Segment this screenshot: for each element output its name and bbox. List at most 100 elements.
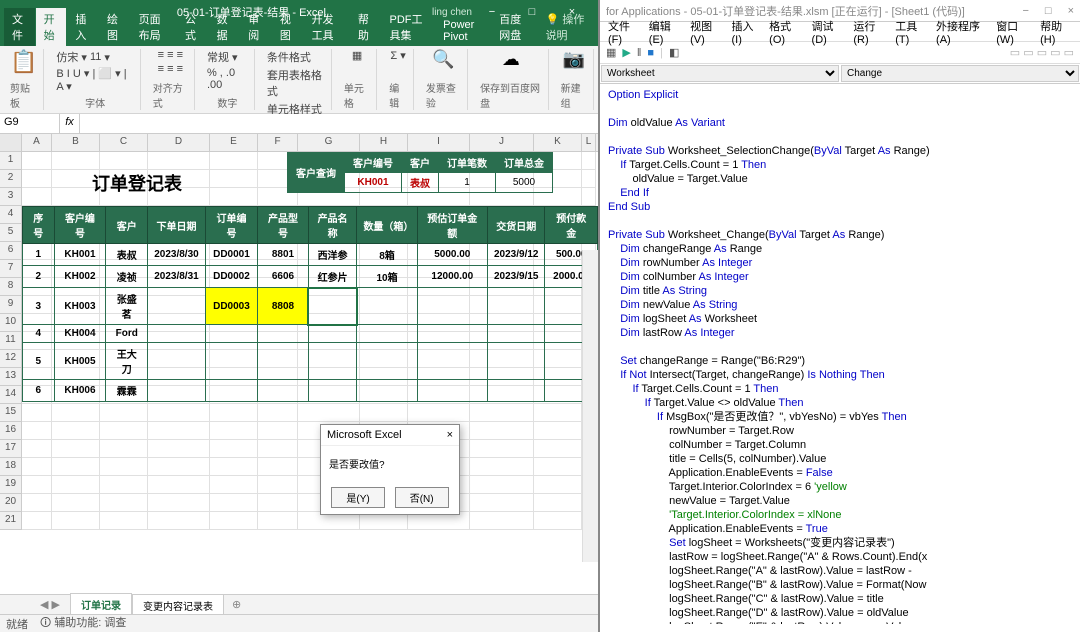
grid-cell[interactable] [210, 422, 258, 440]
row-header[interactable]: 7 [0, 260, 22, 278]
grid-cell[interactable] [52, 404, 100, 422]
table-cell[interactable] [357, 380, 417, 402]
col-header[interactable]: F [258, 134, 298, 151]
table-cell[interactable]: 8箱 [357, 244, 417, 266]
grid-cell[interactable] [22, 404, 52, 422]
code-line[interactable]: Target.Interior.ColorIndex = 6 'yellow [608, 480, 1072, 494]
col-header[interactable]: A [22, 134, 52, 151]
vba-menu-item[interactable]: 插入(I) [731, 18, 759, 46]
row-header[interactable]: 10 [0, 314, 22, 332]
grid-cell[interactable] [582, 170, 596, 188]
code-line[interactable]: logSheet.Range("D" & lastRow).Value = ol… [608, 606, 1072, 620]
code-line[interactable]: oldValue = Target.Value [608, 172, 1072, 186]
grid-cell[interactable] [52, 458, 100, 476]
query-value[interactable]: 1 [439, 173, 496, 193]
vba-run-icon[interactable]: ▶ [622, 46, 630, 59]
code-line[interactable]: logSheet.Range("E" & lastRow).Value = ne… [608, 620, 1072, 624]
grid-cell[interactable] [100, 404, 148, 422]
code-line[interactable] [608, 214, 1072, 228]
number-format[interactable]: 常规 ▾ [207, 49, 248, 65]
table-cell[interactable]: 2023/8/30 [148, 244, 206, 266]
table-cell[interactable]: 2023/9/15 [487, 266, 545, 288]
table-cell[interactable] [308, 343, 357, 380]
paste-icon[interactable]: 📋 [10, 49, 37, 75]
tab-baidu[interactable]: 百度网盘 [491, 8, 536, 46]
vba-menu-item[interactable]: 外接程序(A) [936, 18, 986, 46]
number-buttons[interactable]: % , .0 .00 [207, 67, 248, 91]
code-line[interactable]: Application.EnableEvents = False [608, 466, 1072, 480]
table-cell[interactable] [417, 343, 487, 380]
table-cell[interactable]: 5000.00 [417, 244, 487, 266]
grid-cell[interactable] [148, 152, 210, 170]
grid-cell[interactable] [100, 476, 148, 494]
row-header[interactable]: 21 [0, 512, 22, 530]
grid-cell[interactable] [22, 494, 52, 512]
grid-cell[interactable] [210, 404, 258, 422]
status-accessibility[interactable]: 🛈 辅助功能: 调查 [40, 614, 126, 633]
grid-cell[interactable] [148, 476, 210, 494]
code-line[interactable]: logSheet.Range("B" & lastRow).Value = Fo… [608, 578, 1072, 592]
col-header[interactable]: K [534, 134, 582, 151]
code-line[interactable] [608, 130, 1072, 144]
table-cell[interactable] [258, 343, 308, 380]
grid-cell[interactable] [360, 404, 408, 422]
row-header[interactable]: 15 [0, 404, 22, 422]
code-line[interactable]: Application.EnableEvents = True [608, 522, 1072, 536]
col-header[interactable]: D [148, 134, 210, 151]
grid-cell[interactable] [470, 422, 534, 440]
grid-cell[interactable] [258, 494, 298, 512]
vba-minimize-button[interactable]: − [1022, 5, 1028, 17]
msgbox-close-icon[interactable]: × [447, 429, 453, 441]
code-line[interactable]: Private Sub Worksheet_Change(ByVal Targe… [608, 228, 1072, 242]
table-cell[interactable]: 12000.00 [417, 266, 487, 288]
grid-cell[interactable] [534, 512, 582, 530]
vba-object-dropdown[interactable]: Worksheet [601, 65, 839, 82]
table-cell[interactable]: 6 [23, 380, 55, 402]
row-header[interactable]: 19 [0, 476, 22, 494]
sheet-tab-changelog[interactable]: 变更内容记录表 [132, 594, 224, 616]
row-header[interactable]: 1 [0, 152, 22, 170]
grid-cell[interactable] [22, 476, 52, 494]
table-cell[interactable] [148, 325, 206, 343]
row-header[interactable]: 2 [0, 170, 22, 188]
code-line[interactable]: If Target.Cells.Count = 1 Then [608, 382, 1072, 396]
grid-cell[interactable] [258, 476, 298, 494]
grid-cell[interactable] [534, 440, 582, 458]
vba-view-icon[interactable]: ▦ [606, 46, 616, 59]
code-line[interactable]: If Not Intersect(Target, changeRange) Is… [608, 368, 1072, 382]
code-line[interactable]: If Target.Cells.Count = 1 Then [608, 158, 1072, 172]
msgbox-yes-button[interactable]: 是(Y) [331, 487, 384, 508]
table-cell[interactable] [417, 325, 487, 343]
table-cell[interactable] [308, 288, 357, 325]
row-header[interactable]: 8 [0, 278, 22, 296]
grid-cell[interactable] [534, 476, 582, 494]
grid-cell[interactable] [470, 494, 534, 512]
code-line[interactable]: Dim oldValue As Variant [608, 116, 1072, 130]
table-cell[interactable]: 表叔 [106, 244, 148, 266]
col-header[interactable]: G [298, 134, 360, 151]
grid-cell[interactable] [148, 458, 210, 476]
query-value[interactable]: KH001 [345, 173, 402, 193]
vba-tools-icons[interactable]: ▭ ▭ ▭ ▭ ▭ [1010, 46, 1074, 59]
tab-draw[interactable]: 绘图 [99, 8, 130, 46]
code-line[interactable]: Option Explicit [608, 88, 1072, 102]
code-line[interactable] [608, 340, 1072, 354]
align-buttons-2[interactable]: ≡ ≡ ≡ [158, 63, 183, 75]
grid-cell[interactable] [258, 422, 298, 440]
col-header[interactable]: B [52, 134, 100, 151]
grid-cell[interactable] [148, 440, 210, 458]
grid-cell[interactable] [22, 170, 52, 188]
grid-cell[interactable] [22, 512, 52, 530]
row-header[interactable]: 4 [0, 206, 22, 224]
code-line[interactable]: title = Cells(5, colNumber).Value [608, 452, 1072, 466]
font-size-dropdown[interactable]: 11 [90, 51, 101, 63]
tab-layout[interactable]: 页面布局 [131, 8, 176, 46]
font-style-buttons[interactable]: B I U ▾ | ⬜ ▾ | A ▾ [56, 67, 133, 93]
table-cell[interactable]: 霖霖 [106, 380, 148, 402]
table-cell[interactable]: DD0002 [205, 266, 258, 288]
table-cell[interactable]: KH002 [54, 266, 106, 288]
vertical-scrollbar[interactable] [582, 250, 598, 562]
grid-cell[interactable] [582, 152, 596, 170]
tab-view[interactable]: 视图 [272, 8, 303, 46]
tab-pdf[interactable]: PDF工具集 [382, 8, 435, 46]
